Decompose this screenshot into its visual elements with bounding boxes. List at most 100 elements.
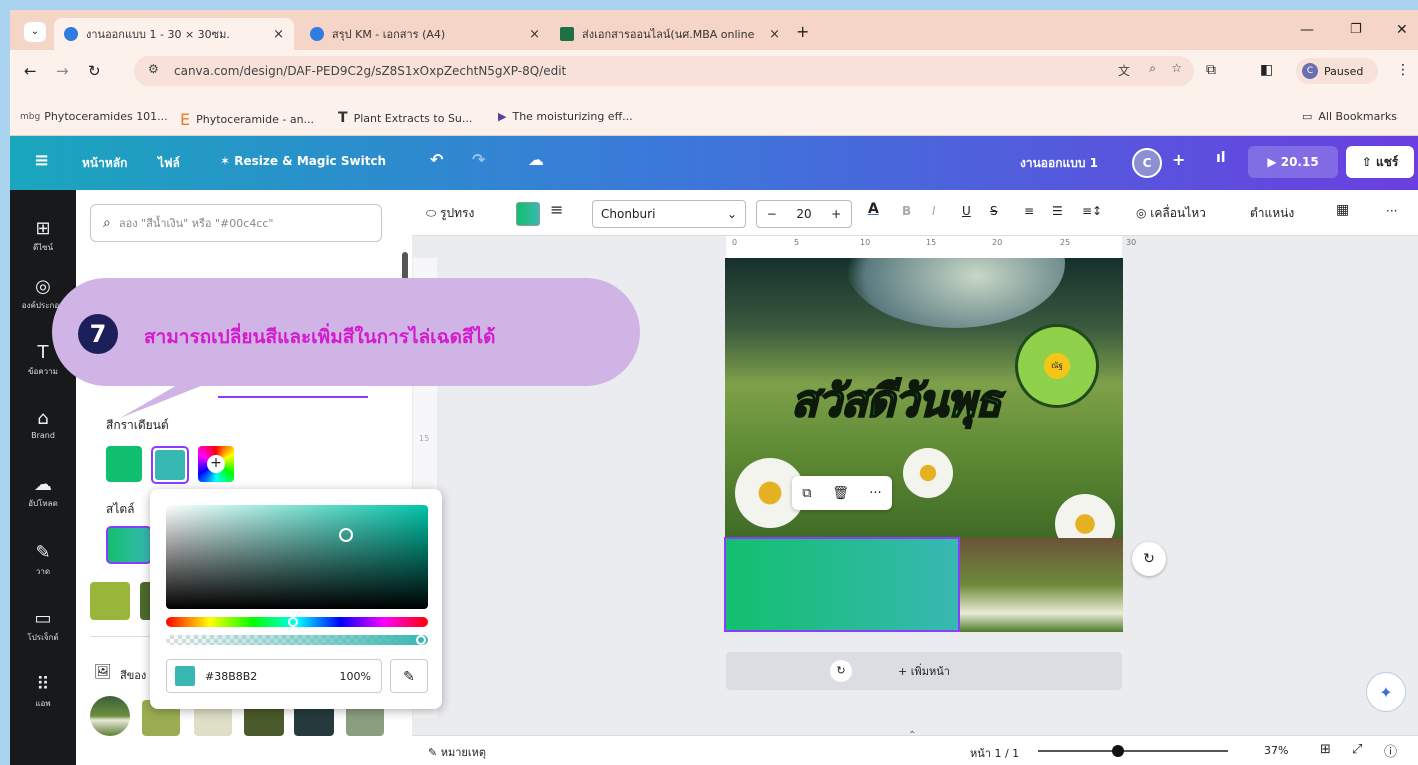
bookmark-item[interactable]: E Phytoceramide - an... xyxy=(180,110,314,129)
gradient-stop-swatch[interactable] xyxy=(106,446,142,482)
page-indicator[interactable]: หน้า 1 / 1 xyxy=(970,744,1019,762)
sidepanel-icon[interactable]: ◧ xyxy=(1260,62,1273,78)
notes-button[interactable]: ✎ หมายเหตุ xyxy=(428,743,486,761)
fullscreen-icon[interactable]: ⤢ xyxy=(1352,742,1362,757)
opacity-value[interactable]: 100% xyxy=(340,670,371,683)
italic-icon[interactable]: I xyxy=(932,204,936,218)
eyedropper-icon[interactable]: ✎ xyxy=(390,659,428,693)
zoom-slider[interactable] xyxy=(1038,750,1228,752)
new-tab-button[interactable]: + xyxy=(796,22,809,41)
tab-close-button[interactable]: × xyxy=(529,27,540,42)
text-color-icon[interactable]: A xyxy=(868,201,879,217)
daisy-photo[interactable] xyxy=(958,538,1123,632)
share-button[interactable]: ⇧ แชร์ xyxy=(1346,146,1414,178)
rotate-icon[interactable]: ↻ xyxy=(1132,542,1166,576)
animate-button[interactable]: ◎ เคลื่อนไหว xyxy=(1136,204,1206,223)
add-collaborator-icon[interactable]: + xyxy=(1172,150,1185,169)
undo-icon[interactable]: ↶ xyxy=(430,150,443,169)
tab-close-button[interactable]: × xyxy=(273,27,284,42)
refresh-icon[interactable]: ↻ xyxy=(830,660,852,682)
url-field[interactable]: ⚙ canva.com/design/DAF-PED9C2g/sZ8S1xOxp… xyxy=(134,56,1194,86)
present-button[interactable]: ▶ 20.15 xyxy=(1248,146,1338,178)
hex-input[interactable]: #38B8B2 100% xyxy=(166,659,382,693)
site-settings-icon[interactable]: ⚙ xyxy=(148,62,159,76)
forward-icon[interactable]: → xyxy=(56,62,69,80)
home-menu[interactable]: หน้าหลัก xyxy=(82,154,127,173)
browser-tab[interactable]: งานออกแบบ 1 - 30 × 30ซม. × xyxy=(54,18,294,50)
star-icon[interactable]: ☆ xyxy=(1171,61,1182,75)
font-size-value[interactable]: 20 xyxy=(796,207,811,221)
plus-icon[interactable]: + xyxy=(831,207,841,221)
translate-icon[interactable]: 文 xyxy=(1118,62,1130,79)
browser-tab[interactable]: สรุป KM - เอกสาร (A4) × xyxy=(300,18,550,50)
shape-button[interactable]: ⬭ รูปทรง xyxy=(426,204,474,223)
fill-color-button[interactable] xyxy=(516,202,540,226)
add-color-button[interactable]: + xyxy=(198,446,234,482)
zoom-level[interactable]: 37% xyxy=(1264,744,1288,757)
nav-projects[interactable]: ▭ โปรเจ็กต์ xyxy=(10,608,76,644)
duplicate-icon[interactable]: ⧉ xyxy=(802,486,811,501)
saturation-handle[interactable] xyxy=(339,528,353,542)
redo-icon[interactable]: ↷ xyxy=(472,150,485,169)
flower-sticker[interactable]: ณัฐ xyxy=(1015,324,1099,408)
profile-button[interactable]: C Paused xyxy=(1296,58,1378,84)
restore-icon[interactable]: ❐ xyxy=(1350,22,1362,37)
bold-icon[interactable]: B xyxy=(902,204,911,218)
font-size-stepper[interactable]: − 20 + xyxy=(756,200,852,228)
menu-icon[interactable]: ⋮ xyxy=(1396,62,1410,78)
all-bookmarks[interactable]: ▭ All Bookmarks xyxy=(1302,110,1397,123)
spacing-icon[interactable]: ≡↕ xyxy=(1082,204,1102,218)
nav-brand[interactable]: ⌂ Brand xyxy=(10,408,76,440)
bookmark-item[interactable]: T Plant Extracts to Su... xyxy=(338,110,472,126)
tab-close-button[interactable]: × xyxy=(769,27,780,42)
magic-assistant-icon[interactable]: ✦ xyxy=(1366,672,1406,712)
gradient-stop-swatch-selected[interactable] xyxy=(151,446,189,484)
position-button[interactable]: ตำแหน่ง xyxy=(1250,204,1294,223)
nav-uploads[interactable]: ☁ อัปโหลด xyxy=(10,474,76,510)
zoom-icon[interactable]: ⌕ xyxy=(1149,61,1156,76)
nav-draw[interactable]: ✎ วาด xyxy=(10,542,76,578)
transparency-icon[interactable]: ▦ xyxy=(1336,202,1349,218)
close-window-icon[interactable]: ✕ xyxy=(1396,22,1408,38)
help-icon[interactable]: ⓘ xyxy=(1384,741,1397,760)
bookmark-item[interactable]: ▶ The moisturizing eff... xyxy=(498,110,633,123)
minimize-icon[interactable]: — xyxy=(1300,22,1314,38)
tab-search-button[interactable]: ⌄ xyxy=(24,22,46,42)
more-icon[interactable]: ··· xyxy=(869,486,881,501)
more-icon[interactable]: ··· xyxy=(1386,204,1397,218)
design-title-text[interactable]: สวัสดีวันพุธ xyxy=(790,366,1003,436)
reload-icon[interactable]: ↻ xyxy=(88,62,101,80)
trash-icon[interactable]: 🗑 xyxy=(832,486,849,501)
photo-thumbnail[interactable] xyxy=(90,696,130,736)
avatar[interactable]: C xyxy=(1132,148,1162,178)
document-title[interactable]: งานออกแบบ 1 xyxy=(1020,154,1098,173)
opacity-handle[interactable] xyxy=(416,635,426,645)
add-page-button[interactable]: ↻ + เพิ่มหน้า xyxy=(726,652,1122,690)
minus-icon[interactable]: − xyxy=(767,207,777,221)
file-menu[interactable]: ไฟล์ xyxy=(158,154,180,173)
opacity-slider[interactable] xyxy=(166,635,428,645)
gradient-style-option[interactable] xyxy=(106,526,152,564)
hamburger-icon[interactable]: ≡ xyxy=(34,150,49,171)
browser-tab[interactable]: ส่งเอกสารออนไลน์(นศ.MBA online × xyxy=(550,18,790,50)
extensions-icon[interactable]: ⧉ xyxy=(1206,62,1216,78)
saturation-area[interactable] xyxy=(166,505,428,609)
insights-icon[interactable]: ıl xyxy=(1216,150,1226,166)
font-select[interactable]: Chonburi ⌄ xyxy=(592,200,746,228)
bookmark-item[interactable]: mbg Phytoceramides 101... xyxy=(20,110,168,123)
align-icon[interactable]: ≡ xyxy=(1024,204,1034,218)
nav-design[interactable]: ⊞ ดีไซน์ xyxy=(10,218,76,254)
list-icon[interactable]: ☰ xyxy=(1052,204,1063,218)
chevron-up-icon[interactable]: ⌃ xyxy=(908,730,916,741)
color-search-input[interactable]: ⌕ ลอง "สีน้ำเงิน" หรือ "#00c4cc" xyxy=(90,204,382,242)
border-style-icon[interactable]: ≡ xyxy=(550,200,563,219)
resize-menu[interactable]: ✶ Resize & Magic Switch xyxy=(220,154,386,168)
color-swatch[interactable] xyxy=(90,582,130,620)
back-icon[interactable]: ← xyxy=(24,62,37,80)
grid-view-icon[interactable]: ⊞ xyxy=(1320,742,1331,757)
nav-apps[interactable]: ⠿ แอพ xyxy=(10,674,76,710)
underline-icon[interactable]: U xyxy=(962,204,971,218)
zoom-slider-handle[interactable] xyxy=(1112,745,1124,757)
strikethrough-icon[interactable]: S xyxy=(990,204,998,218)
hue-handle[interactable] xyxy=(288,617,298,627)
